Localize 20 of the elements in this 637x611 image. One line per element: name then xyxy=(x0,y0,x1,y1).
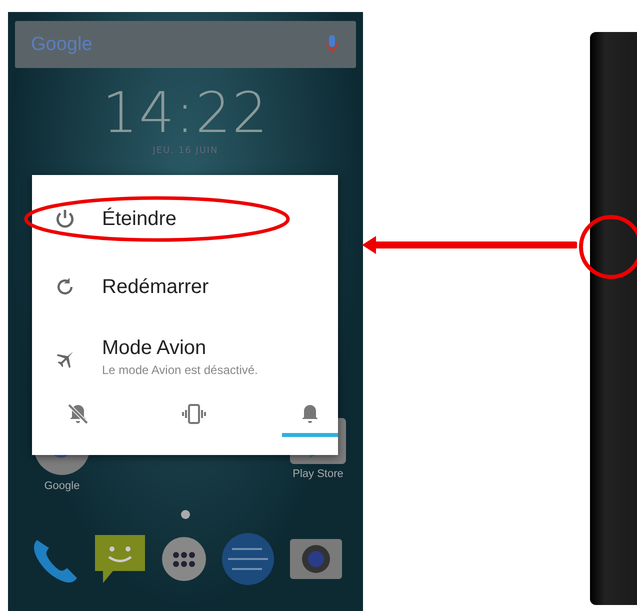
app-drawer-icon[interactable] xyxy=(162,537,206,581)
muted-bell-icon xyxy=(66,402,90,426)
app-label: Play Store xyxy=(292,468,344,480)
power-icon xyxy=(54,208,76,230)
clock-time: 14:22 xyxy=(102,82,269,146)
menu-item[interactable]: Éteindre xyxy=(32,193,338,245)
menu-item-label: Éteindre xyxy=(102,208,176,230)
menu-item[interactable]: Redémarrer xyxy=(32,261,338,313)
clock-date: JEU. 16 JUIN xyxy=(152,146,218,156)
vibrate-icon xyxy=(182,402,206,426)
search-logo: Google xyxy=(31,34,92,56)
menu-item[interactable]: Mode Avion Le mode Avion est désactivé. xyxy=(32,329,338,385)
app-label: Google xyxy=(44,480,80,492)
menu-item-label: Redémarrer xyxy=(102,276,209,298)
page-indicator-icon xyxy=(181,510,190,519)
globe-icon[interactable] xyxy=(222,533,274,585)
menu-item-label: Mode Avion xyxy=(102,337,208,360)
camera-app-icon[interactable] xyxy=(290,539,342,579)
menu-item-subtitle: Le mode Avion est désactivé. xyxy=(102,363,258,377)
messages-app-icon[interactable] xyxy=(95,533,146,585)
